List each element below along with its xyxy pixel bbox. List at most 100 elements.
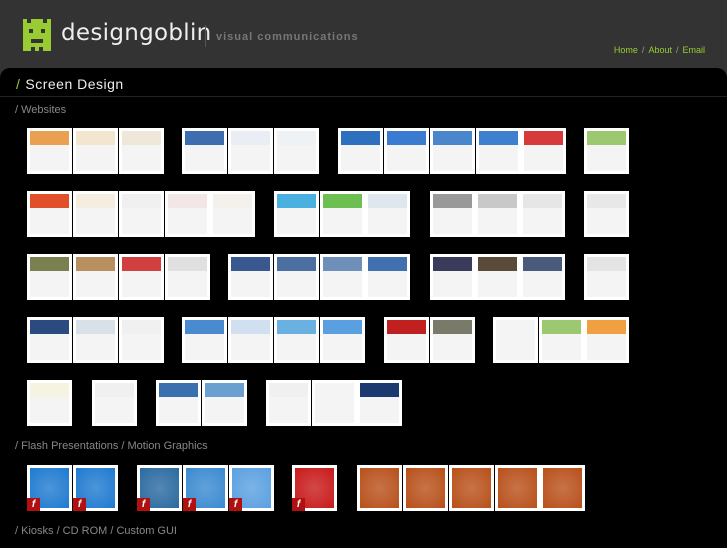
thumbnail-image — [323, 320, 362, 360]
website-thumbnail[interactable] — [430, 128, 475, 174]
flash-thumbnail[interactable] — [357, 465, 402, 511]
flash-thumbnail[interactable]: f — [73, 465, 118, 511]
thumbnail-image — [587, 257, 626, 297]
website-thumbnail[interactable] — [475, 254, 520, 300]
website-thumbnail[interactable] — [165, 191, 210, 237]
website-thumbnail[interactable] — [27, 254, 72, 300]
thumbnail-image — [542, 320, 581, 360]
website-thumbnail[interactable] — [27, 317, 72, 363]
thumbnail-image — [406, 468, 445, 508]
website-thumbnail[interactable] — [320, 191, 365, 237]
thumbnail-image — [277, 131, 316, 171]
website-thumbnail[interactable] — [274, 317, 319, 363]
website-thumbnail[interactable] — [73, 128, 118, 174]
flash-icon: f — [27, 498, 40, 511]
website-thumbnail[interactable] — [92, 380, 137, 426]
brand-name[interactable]: designgoblin — [61, 20, 212, 46]
website-thumbnail[interactable] — [274, 128, 319, 174]
thumbnail-image — [76, 320, 115, 360]
website-thumbnail[interactable] — [384, 317, 429, 363]
thumbnail-image — [496, 320, 535, 360]
website-thumbnail[interactable] — [165, 254, 210, 300]
flash-thumbnail[interactable]: f — [292, 465, 337, 511]
website-thumbnail[interactable] — [384, 128, 429, 174]
website-thumbnail[interactable] — [320, 317, 365, 363]
website-thumbnail[interactable] — [73, 317, 118, 363]
thumbnail-image — [587, 131, 626, 171]
website-thumbnail[interactable] — [182, 317, 227, 363]
thumbnail-image — [185, 320, 224, 360]
website-thumbnail[interactable] — [521, 128, 566, 174]
thumbnail-image — [95, 383, 134, 423]
website-thumbnail[interactable] — [365, 254, 410, 300]
flash-icon: f — [73, 498, 86, 511]
flash-thumbnail[interactable]: f — [183, 465, 228, 511]
website-thumbnail[interactable] — [338, 128, 383, 174]
flash-icon: f — [292, 498, 305, 511]
website-thumbnail[interactable] — [27, 128, 72, 174]
website-thumbnail[interactable] — [182, 128, 227, 174]
top-nav: Home / About / Email — [614, 45, 705, 55]
website-thumbnail[interactable] — [119, 254, 164, 300]
flash-thumbnail[interactable] — [540, 465, 585, 511]
thumbnail-image — [168, 194, 207, 234]
website-thumbnail[interactable] — [27, 380, 72, 426]
thumbnail-image — [30, 194, 69, 234]
flash-thumbnail[interactable] — [449, 465, 494, 511]
website-thumbnail[interactable] — [357, 380, 402, 426]
nav-home[interactable]: Home — [614, 45, 638, 55]
website-thumbnail[interactable] — [493, 317, 538, 363]
flash-thumbnail[interactable]: f — [229, 465, 274, 511]
website-thumbnail[interactable] — [430, 317, 475, 363]
website-thumbnail[interactable] — [274, 254, 319, 300]
thumbnail-image — [185, 131, 224, 171]
thumbnail-image — [122, 320, 161, 360]
thumbnail-image — [315, 383, 354, 423]
thumbnail-image — [478, 257, 517, 297]
thumbnail-image — [231, 257, 270, 297]
website-thumbnail[interactable] — [475, 191, 520, 237]
thumbnail-image — [543, 468, 582, 508]
website-thumbnail[interactable] — [228, 128, 273, 174]
website-thumbnail[interactable] — [539, 317, 584, 363]
website-thumbnail[interactable] — [119, 317, 164, 363]
website-thumbnail[interactable] — [228, 317, 273, 363]
website-thumbnail[interactable] — [365, 191, 410, 237]
flash-thumbnail[interactable] — [403, 465, 448, 511]
website-thumbnail[interactable] — [520, 191, 565, 237]
website-thumbnail[interactable] — [274, 191, 319, 237]
website-thumbnail[interactable] — [430, 254, 475, 300]
title-rule — [0, 96, 727, 97]
thumbnail-image — [524, 131, 563, 171]
section-kiosks: / Kiosks / CD ROM / Custom GUI — [15, 525, 177, 537]
content-panel: / Screen Design / Websites / Flash Presen… — [0, 68, 727, 548]
website-thumbnail[interactable] — [584, 128, 629, 174]
website-thumbnail[interactable] — [119, 191, 164, 237]
website-thumbnail[interactable] — [210, 191, 255, 237]
website-thumbnail[interactable] — [430, 191, 475, 237]
website-thumbnail[interactable] — [312, 380, 357, 426]
nav-email[interactable]: Email — [682, 45, 705, 55]
thumbnail-image — [205, 383, 244, 423]
nav-about[interactable]: About — [648, 45, 672, 55]
website-thumbnail[interactable] — [476, 128, 521, 174]
website-thumbnail[interactable] — [119, 128, 164, 174]
website-thumbnail[interactable] — [156, 380, 201, 426]
website-thumbnail[interactable] — [584, 254, 629, 300]
thumbnail-image — [159, 383, 198, 423]
website-thumbnail[interactable] — [73, 254, 118, 300]
website-thumbnail[interactable] — [202, 380, 247, 426]
website-thumbnail[interactable] — [73, 191, 118, 237]
thumbnail-image — [231, 131, 270, 171]
flash-thumbnail[interactable]: f — [27, 465, 72, 511]
website-thumbnail[interactable] — [520, 254, 565, 300]
flash-thumbnail[interactable] — [495, 465, 540, 511]
website-thumbnail[interactable] — [320, 254, 365, 300]
website-thumbnail[interactable] — [584, 317, 629, 363]
flash-thumbnail[interactable]: f — [137, 465, 182, 511]
website-thumbnail[interactable] — [266, 380, 311, 426]
website-thumbnail[interactable] — [584, 191, 629, 237]
website-thumbnail[interactable] — [228, 254, 273, 300]
website-thumbnail[interactable] — [27, 191, 72, 237]
thumbnail-image — [387, 131, 426, 171]
